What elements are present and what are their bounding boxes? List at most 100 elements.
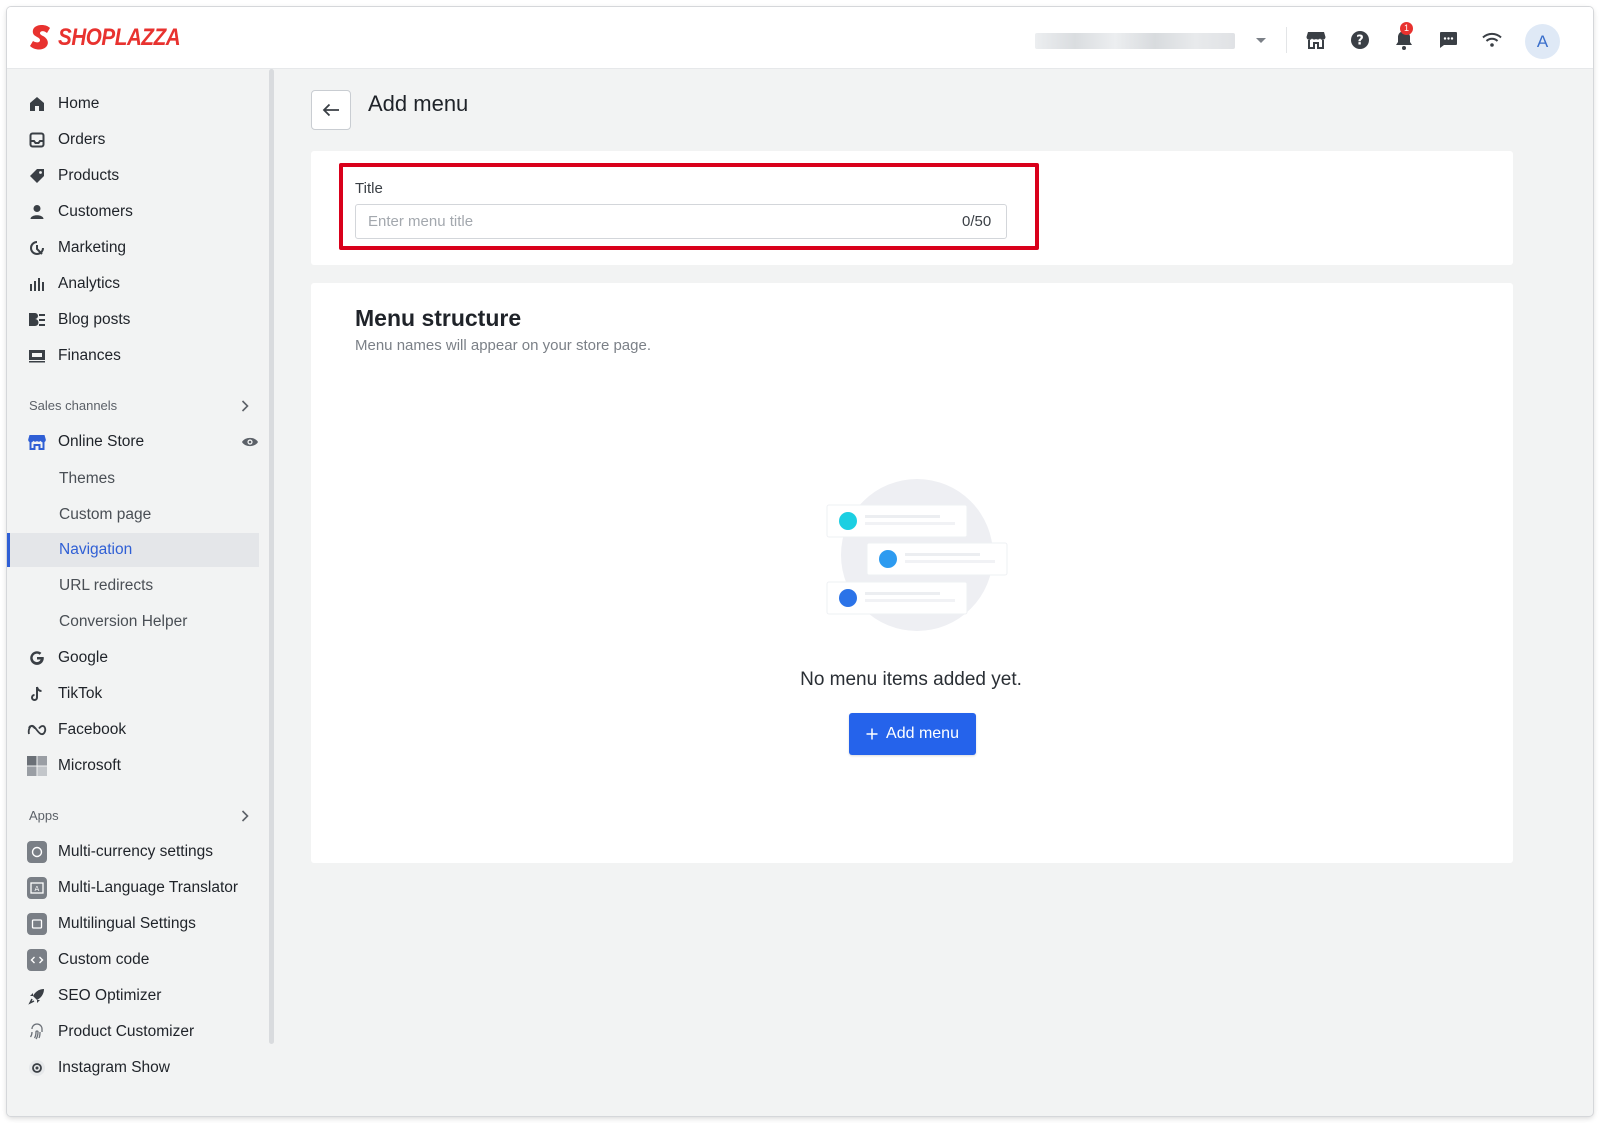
sidebar-item-label: Conversion Helper <box>59 613 188 630</box>
sidebar-item-label: Google <box>58 649 108 666</box>
svg-text:A: A <box>35 885 40 893</box>
sidebar-item-label: Navigation <box>59 541 133 558</box>
blog-icon <box>27 310 47 330</box>
apps-header[interactable]: Apps <box>29 808 249 823</box>
rocket-icon <box>27 986 47 1006</box>
sidebar-item-tiktok[interactable]: TikTok <box>23 677 255 711</box>
top-bar: SHOPLAZZA ? 1 A <box>7 7 1593 69</box>
sidebar-app-multilingual-settings[interactable]: Multilingual Settings <box>23 907 255 941</box>
eye-icon[interactable] <box>241 436 259 448</box>
sidebar-item-marketing[interactable]: Marketing <box>23 231 255 265</box>
sidebar-item-label: Product Customizer <box>58 1023 195 1040</box>
sidebar-item-label: Customers <box>58 203 133 220</box>
sidebar-item-label: Microsoft <box>58 757 121 774</box>
plus-icon <box>866 728 878 740</box>
section-label: Sales channels <box>29 398 118 413</box>
wifi-icon[interactable] <box>1481 29 1503 51</box>
empty-state-text: No menu items added yet. <box>800 669 1022 690</box>
sidebar-scrollbar[interactable] <box>269 69 274 1044</box>
chat-icon[interactable] <box>1437 29 1459 51</box>
sidebar-item-home[interactable]: Home <box>23 87 255 121</box>
sidebar-item-products[interactable]: Products <box>23 159 255 193</box>
marketing-icon <box>27 238 47 258</box>
store-icon[interactable] <box>1305 29 1327 51</box>
sidebar-app-seo-optimizer[interactable]: SEO Optimizer <box>23 979 255 1013</box>
sidebar-item-label: Custom code <box>58 951 150 968</box>
empty-menu-illustration-icon <box>826 479 1008 631</box>
notification-badge: 1 <box>1400 22 1413 35</box>
sidebar-item-orders[interactable]: Orders <box>23 123 255 157</box>
multilingual-app-icon <box>27 913 47 935</box>
sidebar-item-label: Themes <box>59 470 115 487</box>
sidebar-item-microsoft[interactable]: Microsoft <box>23 749 255 783</box>
orders-icon <box>27 130 47 150</box>
sidebar-item-label: Instagram Show <box>58 1059 170 1076</box>
chevron-right-icon[interactable] <box>241 399 249 412</box>
meta-icon <box>27 720 47 740</box>
bar-chart-icon <box>27 274 47 294</box>
sidebar-sub-themes[interactable]: Themes <box>7 462 259 496</box>
menu-structure-heading: Menu structure <box>355 305 522 331</box>
google-icon <box>27 648 47 668</box>
add-menu-button[interactable]: Add menu <box>849 713 976 755</box>
sidebar-item-label: Orders <box>58 131 106 148</box>
sidebar-item-facebook[interactable]: Facebook <box>23 713 255 747</box>
sidebar-item-finances[interactable]: Finances <box>23 339 255 373</box>
sidebar-item-online-store[interactable]: Online Store <box>23 425 258 459</box>
brand-logo[interactable]: SHOPLAZZA <box>28 24 200 52</box>
chevron-right-icon[interactable] <box>241 809 249 822</box>
sidebar-item-label: URL redirects <box>59 577 154 594</box>
sidebar-item-label: Online Store <box>58 433 145 450</box>
brand-name: SHOPLAZZA <box>58 24 181 51</box>
sidebar-app-multi-language-translator[interactable]: A Multi-Language Translator <box>23 871 255 905</box>
tag-icon <box>27 166 47 186</box>
app-window: SHOPLAZZA ? 1 A Home Orders Products Cus… <box>7 7 1593 1116</box>
store-name-selector[interactable] <box>1035 33 1235 49</box>
menu-title-input[interactable] <box>355 204 1007 239</box>
title-label: Title <box>355 180 383 197</box>
sidebar-item-label: Home <box>58 95 100 112</box>
sidebar-item-label: Marketing <box>58 239 127 256</box>
page-title: Add menu <box>368 91 469 116</box>
person-icon <box>27 202 47 222</box>
sidebar-item-google[interactable]: Google <box>23 641 255 675</box>
chevron-down-icon[interactable] <box>1255 37 1267 45</box>
svg-text:?: ? <box>1356 34 1364 49</box>
home-icon <box>27 94 47 114</box>
code-app-icon <box>27 949 47 971</box>
back-button[interactable] <box>311 90 351 130</box>
shoplazza-logo-icon <box>30 25 50 50</box>
sidebar-item-blog-posts[interactable]: Blog posts <box>23 303 255 337</box>
sidebar-sub-conversion-helper[interactable]: Conversion Helper <box>7 605 259 639</box>
translator-app-icon: A <box>27 877 47 899</box>
sidebar-app-instagram-show[interactable]: Instagram Show <box>23 1051 255 1085</box>
sidebar-app-multi-currency[interactable]: Multi-currency settings <box>23 835 255 869</box>
tiktok-icon <box>27 684 47 704</box>
instagram-icon <box>27 1058 47 1078</box>
sidebar-item-label: Facebook <box>58 721 127 738</box>
user-avatar[interactable]: A <box>1525 24 1560 59</box>
sidebar-app-custom-code[interactable]: Custom code <box>23 943 255 977</box>
sidebar-item-label: Products <box>58 167 120 184</box>
menu-structure-subtitle: Menu names will appear on your store pag… <box>355 337 652 354</box>
sidebar-sub-url-redirects[interactable]: URL redirects <box>7 569 259 603</box>
sidebar-item-label: TikTok <box>58 685 103 702</box>
finance-icon <box>27 346 47 366</box>
sidebar-item-customers[interactable]: Customers <box>23 195 255 229</box>
sales-channels-header[interactable]: Sales channels <box>29 398 249 413</box>
arrow-left-icon <box>322 103 339 117</box>
fingerprint-icon <box>27 1022 47 1042</box>
sidebar-sub-custom-page[interactable]: Custom page <box>7 498 259 532</box>
topbar-divider <box>1286 27 1287 53</box>
add-menu-label: Add menu <box>886 725 959 742</box>
sidebar-item-label: Analytics <box>58 275 121 292</box>
sidebar-sub-navigation[interactable]: Navigation <box>7 533 259 567</box>
help-icon[interactable]: ? <box>1349 29 1371 51</box>
character-counter: 0/50 <box>962 213 992 230</box>
sidebar-item-label: Multi-Language Translator <box>58 879 239 896</box>
sidebar-item-label: Finances <box>58 347 121 364</box>
microsoft-icon <box>27 756 47 776</box>
sidebar-item-label: Multi-currency settings <box>58 843 214 860</box>
sidebar-app-product-customizer[interactable]: Product Customizer <box>23 1015 255 1049</box>
sidebar-item-analytics[interactable]: Analytics <box>23 267 255 301</box>
